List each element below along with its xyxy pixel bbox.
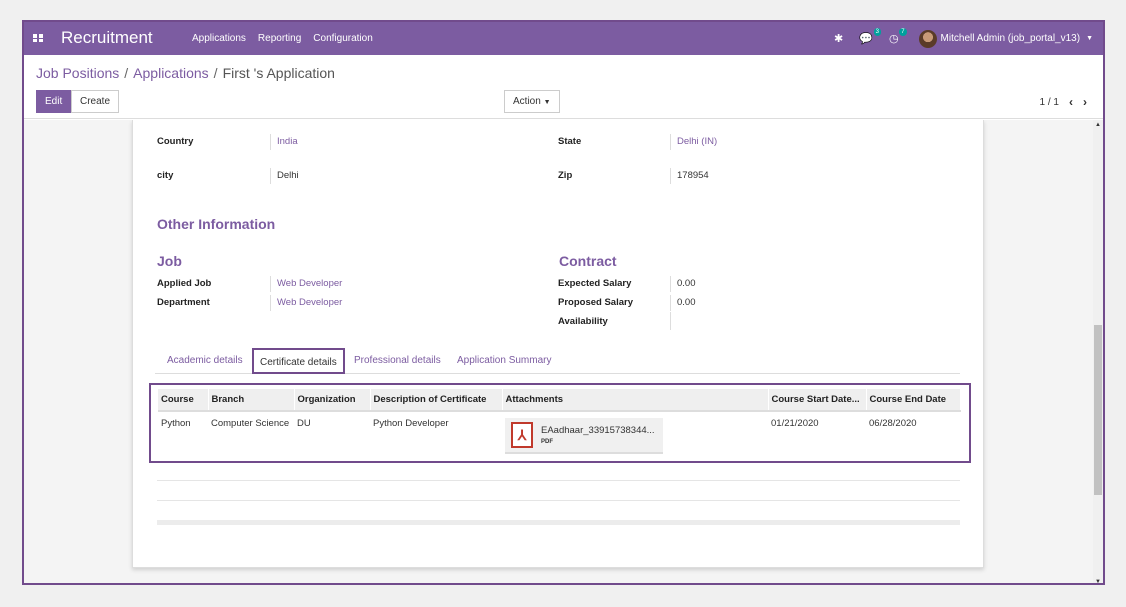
column-end-date[interactable]: Course End Date — [866, 389, 961, 412]
table-footer-bar — [157, 520, 960, 525]
cell-organization: DU — [297, 418, 311, 429]
scroll-up-icon[interactable]: ▲ — [1095, 122, 1101, 128]
page-scrollbar[interactable]: ▲ ▼ — [1093, 120, 1103, 583]
menu-configuration[interactable]: Configuration — [313, 33, 372, 44]
tab-certificate-details[interactable]: Certificate details — [252, 348, 345, 374]
breadcrumb-applications[interactable]: Applications — [133, 65, 209, 81]
certificate-table-highlight: Course Branch Organization Description o… — [149, 383, 971, 463]
cell-description: Python Developer — [373, 418, 449, 429]
breadcrumb-separator: / — [213, 65, 218, 81]
breadcrumb-job-positions[interactable]: Job Positions — [36, 65, 119, 81]
city-label: city — [157, 170, 174, 181]
breadcrumb-separator: / — [124, 65, 129, 81]
edit-button[interactable]: Edit — [36, 90, 72, 113]
user-avatar[interactable] — [918, 29, 937, 48]
top-navbar: Recruitment Applications Reporting Confi… — [24, 22, 1103, 55]
zip-value: 178954 — [670, 168, 709, 184]
pdf-file-icon: ⅄ — [511, 422, 533, 448]
cell-start-date: 01/21/2020 — [771, 418, 819, 429]
form-content: Country India State Delhi (IN) city Delh… — [24, 120, 1103, 583]
control-panel: Job Positions / Applications / First 's Appl… — [24, 55, 1103, 119]
apps-menu-icon[interactable] — [33, 34, 43, 42]
attachment-type: PDF — [541, 439, 553, 445]
breadcrumb-current: First 's Application — [222, 65, 335, 81]
attachment-card[interactable]: ⅄ EAadhaar_33915738344... PDF — [505, 418, 663, 454]
breadcrumb: Job Positions / Applications / First 's Appl… — [36, 65, 335, 81]
column-organization[interactable]: Organization — [294, 389, 371, 412]
bug-icon[interactable]: ✱ — [834, 32, 843, 45]
empty-row-divider — [157, 500, 960, 501]
certificate-table: Course Branch Organization Description o… — [158, 389, 961, 460]
table-header-row: Course Branch Organization Description o… — [158, 389, 961, 412]
cell-branch: Computer Science — [211, 418, 290, 429]
pager: 1 / 1 ‹ › — [1040, 95, 1087, 109]
proposed-salary-value: 0.00 — [670, 295, 696, 311]
column-start-date[interactable]: Course Start Date... — [768, 389, 867, 412]
tab-professional-details[interactable]: Professional details — [348, 348, 447, 374]
app-title: Recruitment — [61, 28, 153, 47]
action-dropdown[interactable]: Action ▼ — [504, 90, 560, 113]
expected-salary-label: Expected Salary — [558, 278, 632, 289]
form-sheet: Country India State Delhi (IN) city Delh… — [132, 120, 984, 568]
scrollbar-thumb[interactable] — [1094, 325, 1102, 495]
zip-label: Zip — [558, 170, 573, 181]
applied-job-value[interactable]: Web Developer — [270, 276, 342, 292]
country-value[interactable]: India — [270, 134, 298, 150]
cell-end-date: 06/28/2020 — [869, 418, 917, 429]
contract-section-title: Contract — [559, 253, 617, 269]
column-description[interactable]: Description of Certificate — [370, 389, 503, 412]
applied-job-label: Applied Job — [157, 278, 212, 289]
activities-icon[interactable]: ◷ 7 — [889, 28, 907, 45]
cell-course: Python — [161, 418, 191, 429]
messages-icon[interactable]: 💬 3 — [859, 28, 881, 45]
expected-salary-value: 0.00 — [670, 276, 696, 292]
state-value[interactable]: Delhi (IN) — [670, 134, 717, 150]
pager-previous-icon[interactable]: ‹ — [1069, 95, 1073, 109]
city-value: Delhi — [270, 168, 299, 184]
chevron-down-icon[interactable]: ▼ — [1086, 35, 1093, 42]
app-frame: Recruitment Applications Reporting Confi… — [22, 20, 1105, 585]
country-label: Country — [157, 136, 194, 147]
proposed-salary-label: Proposed Salary — [558, 297, 633, 308]
column-branch[interactable]: Branch — [208, 389, 295, 412]
action-label: Action — [513, 96, 541, 107]
main-menu: Applications Reporting Configuration — [192, 33, 373, 44]
create-button[interactable]: Create — [71, 90, 120, 113]
empty-row-divider — [157, 480, 960, 481]
table-row[interactable]: Python Computer Science DU Python Develo… — [158, 411, 961, 460]
cell-attachments: ⅄ EAadhaar_33915738344... PDF — [502, 411, 768, 460]
pager-next-icon[interactable]: › — [1083, 95, 1087, 109]
scroll-down-icon[interactable]: ▼ — [1095, 579, 1101, 583]
column-course[interactable]: Course — [158, 389, 209, 412]
caret-down-icon: ▼ — [543, 99, 551, 106]
menu-applications[interactable]: Applications — [192, 33, 246, 44]
navbar-systray: ✱ 💬 3 ◷ 7 Mitchell Admin (job_portal_v13) … — [834, 22, 1093, 55]
availability-value — [670, 312, 677, 330]
column-attachments[interactable]: Attachments — [502, 389, 769, 412]
department-label: Department — [157, 297, 210, 308]
availability-label: Availability — [558, 316, 608, 327]
activities-badge: 7 — [899, 28, 907, 36]
tab-academic-details[interactable]: Academic details — [161, 348, 249, 374]
messages-badge: 3 — [873, 28, 881, 36]
job-section-title: Job — [157, 253, 182, 269]
attachment-name: EAadhaar_33915738344... — [541, 425, 655, 436]
other-information-title: Other Information — [157, 216, 276, 232]
department-value[interactable]: Web Developer — [270, 295, 342, 311]
user-menu[interactable]: Mitchell Admin (job_portal_v13) — [941, 33, 1081, 44]
pager-value[interactable]: 1 / 1 — [1040, 97, 1059, 108]
tab-application-summary[interactable]: Application Summary — [451, 348, 557, 374]
notebook-tabs: Academic details Certificate details Pro… — [155, 348, 960, 374]
state-label: State — [558, 136, 582, 147]
menu-reporting[interactable]: Reporting — [258, 33, 301, 44]
